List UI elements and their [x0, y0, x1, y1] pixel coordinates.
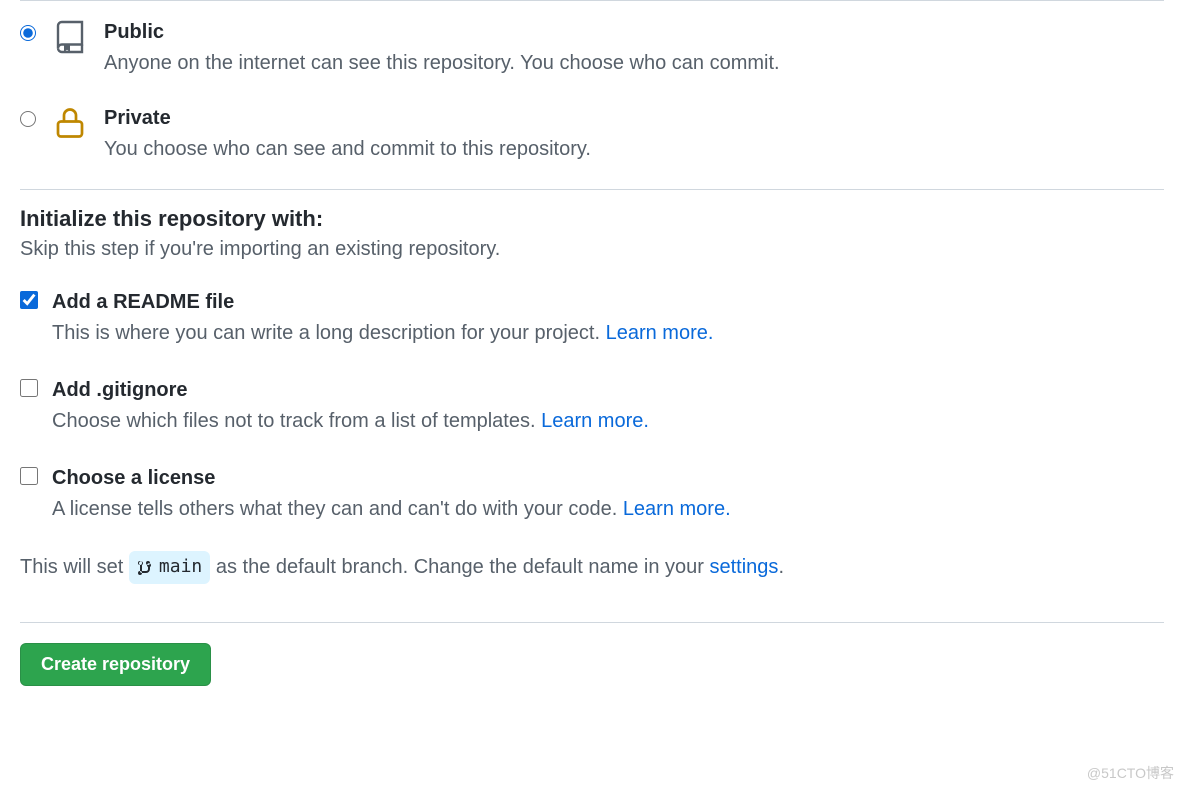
private-option-row: Private You choose who can see and commi… [20, 103, 1164, 165]
lock-icon [52, 105, 88, 141]
readme-learn-more-link[interactable]: Learn more. [606, 322, 714, 344]
gitignore-title: Add .gitignore [52, 375, 1164, 405]
settings-link[interactable]: settings [710, 556, 779, 578]
git-branch-icon [137, 560, 153, 576]
license-title: Choose a license [52, 463, 1164, 493]
gitignore-desc-text: Choose which files not to track from a l… [52, 410, 541, 432]
readme-checkbox[interactable] [20, 291, 38, 309]
submit-section: Create repository [20, 623, 1164, 706]
branch-name: main [159, 553, 202, 582]
public-radio[interactable] [20, 25, 36, 41]
gitignore-checkbox[interactable] [20, 379, 38, 397]
license-row: Choose a license A license tells others … [20, 463, 1164, 525]
readme-desc-text: This is where you can write a long descr… [52, 322, 606, 344]
readme-row: Add a README file This is where you can … [20, 287, 1164, 349]
readme-desc: This is where you can write a long descr… [52, 317, 1164, 349]
public-desc: Anyone on the internet can see this repo… [104, 47, 1164, 79]
license-checkbox[interactable] [20, 467, 38, 485]
private-desc: You choose who can see and commit to thi… [104, 133, 1164, 165]
gitignore-row: Add .gitignore Choose which files not to… [20, 375, 1164, 437]
init-subtext: Skip this step if you're importing an ex… [20, 238, 1164, 261]
default-branch-info: This will set main as the default branch… [20, 551, 1164, 584]
init-heading: Initialize this repository with: [20, 206, 1164, 232]
watermark: @51CTO博客 [1087, 763, 1174, 783]
public-option-row: Public Anyone on the internet can see th… [20, 17, 1164, 79]
repo-icon [52, 19, 88, 55]
branch-text-pre: This will set [20, 556, 129, 578]
init-section: Initialize this repository with: Skip th… [20, 190, 1164, 622]
visibility-section: Public Anyone on the internet can see th… [20, 1, 1164, 189]
license-learn-more-link[interactable]: Learn more. [623, 498, 731, 520]
branch-text-mid: as the default branch. Change the defaul… [216, 556, 710, 578]
branch-badge: main [129, 551, 210, 584]
gitignore-learn-more-link[interactable]: Learn more. [541, 410, 649, 432]
public-title: Public [104, 17, 1164, 47]
readme-title: Add a README file [52, 287, 1164, 317]
license-desc: A license tells others what they can and… [52, 493, 1164, 525]
private-title: Private [104, 103, 1164, 133]
branch-text-post: . [778, 556, 784, 578]
private-radio[interactable] [20, 111, 36, 127]
license-desc-text: A license tells others what they can and… [52, 498, 623, 520]
create-repository-button[interactable]: Create repository [20, 643, 211, 686]
gitignore-desc: Choose which files not to track from a l… [52, 405, 1164, 437]
